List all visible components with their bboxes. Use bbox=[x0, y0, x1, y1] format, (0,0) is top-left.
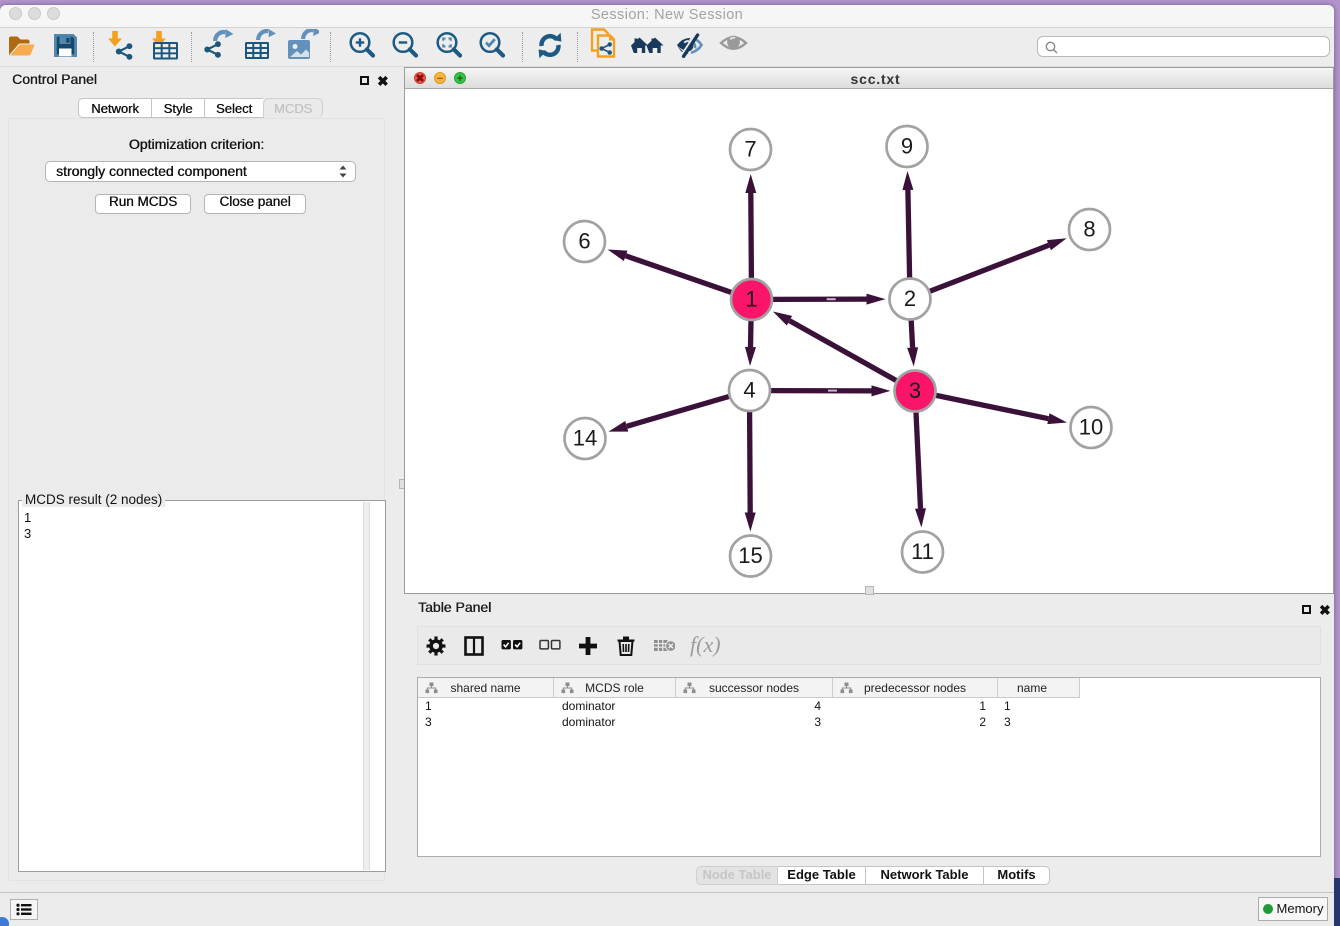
svg-text:15: 15 bbox=[738, 543, 762, 568]
svg-text:10: 10 bbox=[1079, 415, 1103, 440]
svg-text:9: 9 bbox=[901, 134, 913, 159]
svg-text:6: 6 bbox=[578, 229, 590, 254]
svg-text:14: 14 bbox=[573, 426, 597, 451]
svg-text:8: 8 bbox=[1083, 217, 1095, 242]
svg-text:4: 4 bbox=[743, 378, 755, 403]
svg-text:11: 11 bbox=[911, 539, 934, 564]
svg-text:1: 1 bbox=[745, 287, 757, 312]
svg-text:7: 7 bbox=[744, 137, 756, 162]
svg-text:2: 2 bbox=[904, 286, 916, 311]
svg-text:3: 3 bbox=[909, 378, 921, 403]
